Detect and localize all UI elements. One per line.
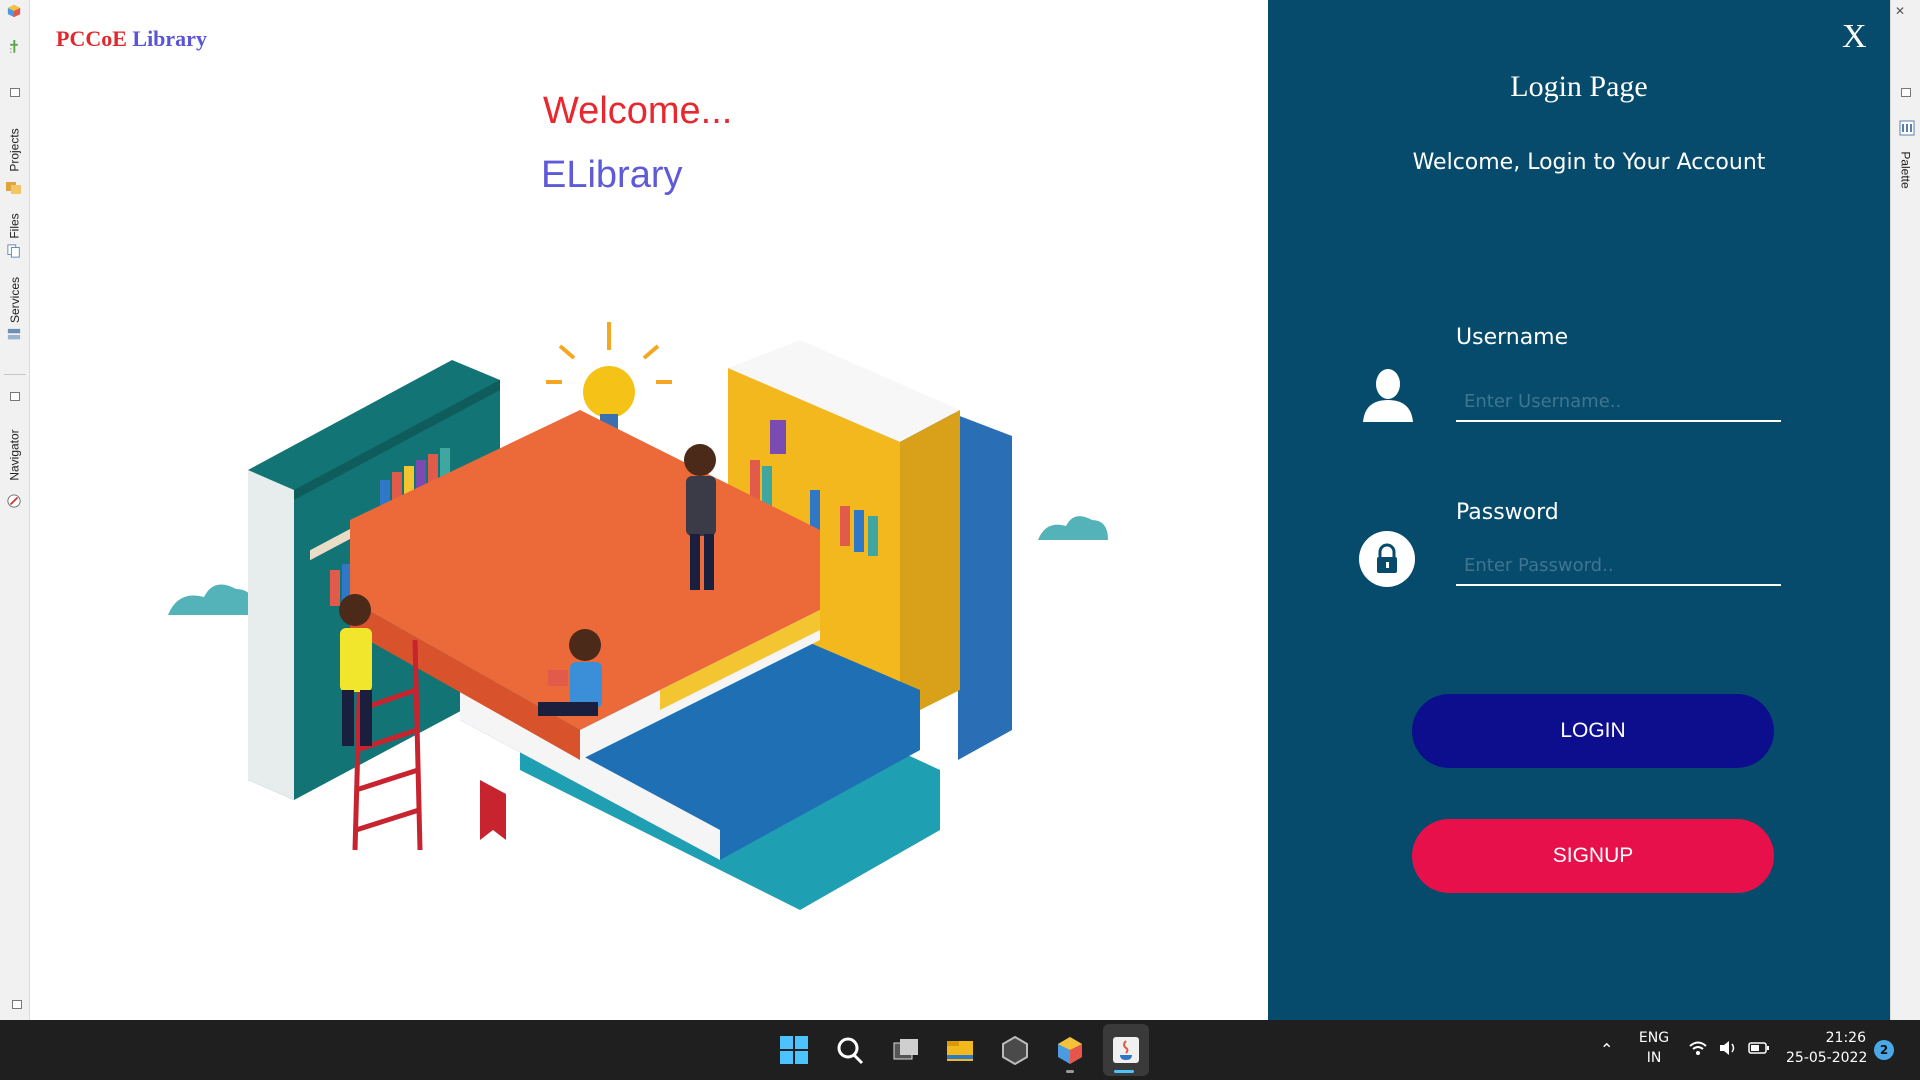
search-icon[interactable]	[834, 1034, 866, 1066]
tab-files[interactable]: Files	[2, 206, 28, 246]
netbeans-icon[interactable]	[1054, 1034, 1086, 1066]
user-icon	[1363, 369, 1413, 422]
battery-icon[interactable]	[1748, 1040, 1770, 1056]
active-indicator	[1114, 1070, 1134, 1073]
password-label: Password	[1456, 500, 1559, 525]
brand-library: Library	[132, 26, 207, 51]
brand-pccoe: PCCoE	[56, 26, 127, 51]
elibrary-heading: ELibrary	[541, 154, 683, 196]
palette-icon	[1899, 120, 1915, 136]
welcome-heading: Welcome...	[543, 90, 733, 132]
password-input[interactable]	[1456, 546, 1781, 586]
projects-icon	[6, 182, 21, 194]
services-icon	[7, 328, 21, 340]
close-icon[interactable]: ✕	[1895, 4, 1905, 18]
tab-projects[interactable]: Projects	[2, 120, 28, 180]
login-subtitle: Welcome, Login to Your Account	[1412, 150, 1766, 175]
clock-time[interactable]: 21:26	[1786, 1030, 1866, 1046]
username-label: Username	[1456, 325, 1569, 350]
app-icon[interactable]	[999, 1034, 1031, 1066]
minimize-window-icon[interactable]	[12, 1000, 22, 1009]
run-project-icon[interactable]	[6, 40, 22, 54]
java-icon[interactable]	[1110, 1034, 1142, 1066]
volume-icon[interactable]	[1718, 1040, 1738, 1056]
minimize-window-icon[interactable]	[1901, 88, 1911, 97]
minimize-window-icon[interactable]	[10, 392, 20, 401]
app-brand: PCCoE Library	[56, 26, 207, 52]
lightbulb-icon	[546, 322, 672, 430]
lock-icon	[1359, 531, 1415, 587]
minimize-window-icon[interactable]	[10, 88, 20, 97]
tab-services[interactable]: Services	[2, 270, 28, 330]
login-panel: X Login Page Welcome, Login to Your Acco…	[1268, 0, 1890, 1020]
library-illustration	[168, 322, 1108, 910]
running-indicator	[1066, 1070, 1074, 1073]
files-icon	[7, 244, 20, 258]
notification-badge[interactable]: 2	[1874, 1040, 1894, 1060]
ide-left-toolbar: Projects Files Services Navigator	[0, 0, 30, 1020]
login-title: Login Page	[1510, 70, 1648, 103]
clock-date[interactable]: 25-05-2022	[1786, 1050, 1867, 1066]
windows-start-icon[interactable]	[778, 1034, 810, 1066]
username-input[interactable]	[1456, 382, 1781, 422]
ide-right-toolbar: Palette ✕	[1890, 0, 1920, 1020]
navigator-icon	[7, 494, 21, 508]
taskbar: ⌃ ENG IN 21:26 25-05-2022	[0, 1020, 1920, 1080]
region-indicator[interactable]: IN	[1634, 1050, 1674, 1066]
desktop-screen: Projects Files Services Navigator Palett…	[0, 0, 1920, 1080]
divider	[4, 374, 26, 375]
task-view-icon[interactable]	[890, 1034, 922, 1066]
file-explorer-icon[interactable]	[944, 1034, 976, 1066]
close-button[interactable]: X	[1842, 18, 1867, 56]
signup-button[interactable]: SIGNUP	[1412, 819, 1774, 893]
language-indicator[interactable]: ENG	[1634, 1030, 1674, 1046]
tab-navigator[interactable]: Navigator	[2, 420, 28, 490]
netbeans-logo-icon	[7, 4, 21, 18]
wifi-icon[interactable]	[1688, 1040, 1708, 1056]
login-button[interactable]: LOGIN	[1412, 694, 1774, 768]
chevron-up-icon[interactable]: ⌃	[1600, 1040, 1613, 1059]
tab-palette[interactable]: Palette	[1893, 142, 1919, 198]
